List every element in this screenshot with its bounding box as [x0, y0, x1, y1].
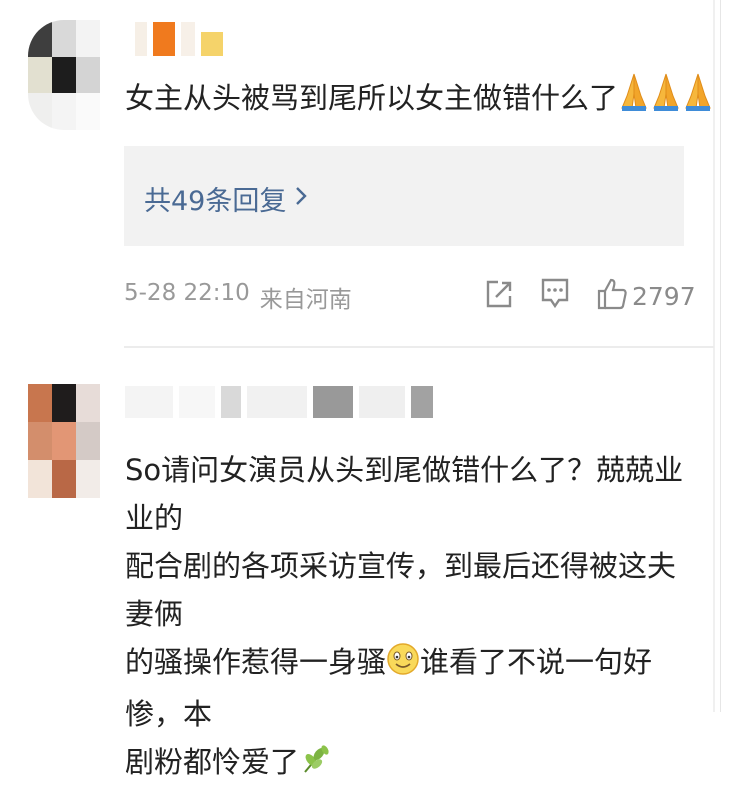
avatar-pixel [28, 56, 52, 94]
avatar-pixel [52, 93, 76, 130]
avatar-pixel [52, 56, 76, 94]
avatar-pixel [28, 93, 52, 130]
username-blur [125, 386, 173, 418]
username-blur [179, 386, 215, 418]
avatar-pixel [28, 384, 52, 422]
avatar-pixel [52, 460, 76, 498]
username[interactable] [125, 386, 433, 418]
folded-hands-icon [682, 72, 714, 126]
username-blur [221, 386, 241, 418]
folded-hands-icon [650, 72, 682, 126]
avatar-pixel [76, 93, 100, 130]
folded-hands-icon [618, 72, 650, 126]
comment-line: 的骚操作惹得一身骚 谁看了不说一句好惨，本 [125, 638, 700, 738]
comment-divider [124, 346, 714, 348]
username-blur [181, 22, 195, 56]
thumbs-up-icon [596, 277, 628, 315]
view-replies-link[interactable]: 共49条回复 [144, 179, 308, 218]
timestamp: 5-28 22:10 [124, 280, 250, 306]
avatar-pixel [52, 384, 76, 422]
username-blur [247, 386, 307, 418]
comment-line-part: 的骚操作惹得一身骚 [125, 645, 387, 679]
avatar-pixel [28, 422, 52, 460]
avatar-pixel [76, 422, 100, 460]
share-icon [484, 279, 514, 313]
avatar-pixel [76, 56, 100, 94]
avatar-pixel [28, 20, 52, 57]
comment-button[interactable] [540, 276, 570, 316]
username-blur [411, 386, 433, 418]
reply-box: 共49条回复 [124, 146, 684, 246]
username-blur [313, 386, 353, 418]
avatar-pixel [52, 20, 76, 57]
avatar[interactable] [28, 20, 100, 130]
window-edge-inner [720, 0, 721, 712]
comment-icon [540, 277, 570, 315]
location: 来自河南 [259, 287, 352, 313]
comment-line-part: 剧粉都怜爱了 [125, 745, 300, 779]
like-count: 2797 [632, 281, 696, 311]
smile-face-icon [386, 642, 420, 690]
avatar-pixel [76, 460, 100, 498]
share-button[interactable] [484, 276, 514, 316]
username[interactable] [135, 22, 223, 56]
avatar-pixel [28, 460, 52, 498]
username-blur [201, 32, 223, 56]
chevron-right-icon [294, 183, 308, 214]
comment-meta: 5-28 22:10 来自河南 [124, 280, 352, 314]
comment-line: 剧粉都怜爱了 [125, 738, 700, 790]
reply-count-label: 共49条回复 [144, 186, 287, 217]
leaf-icon [299, 742, 333, 790]
username-blur [153, 22, 175, 56]
like-button[interactable]: 2797 [596, 276, 696, 316]
comment-text-body: 女主从头被骂到尾所以女主做错什么了 [125, 81, 619, 115]
username-blur [135, 22, 147, 56]
avatar-pixel [52, 422, 76, 460]
comment-text: 女主从头被骂到尾所以女主做错什么了 [125, 72, 711, 126]
comment-line: So请问女演员从头到尾做错什么了？兢兢业业的 [125, 453, 684, 535]
comment-text: So请问女演员从头到尾做错什么了？兢兢业业的 配合剧的各项采访宣传，到最后还得被… [125, 446, 700, 790]
avatar-pixel [76, 384, 100, 422]
avatar-pixel [76, 20, 100, 57]
username-blur [359, 386, 405, 418]
comment-line: 配合剧的各项采访宣传，到最后还得被这夫妻俩 [125, 549, 677, 631]
avatar[interactable] [28, 384, 100, 498]
